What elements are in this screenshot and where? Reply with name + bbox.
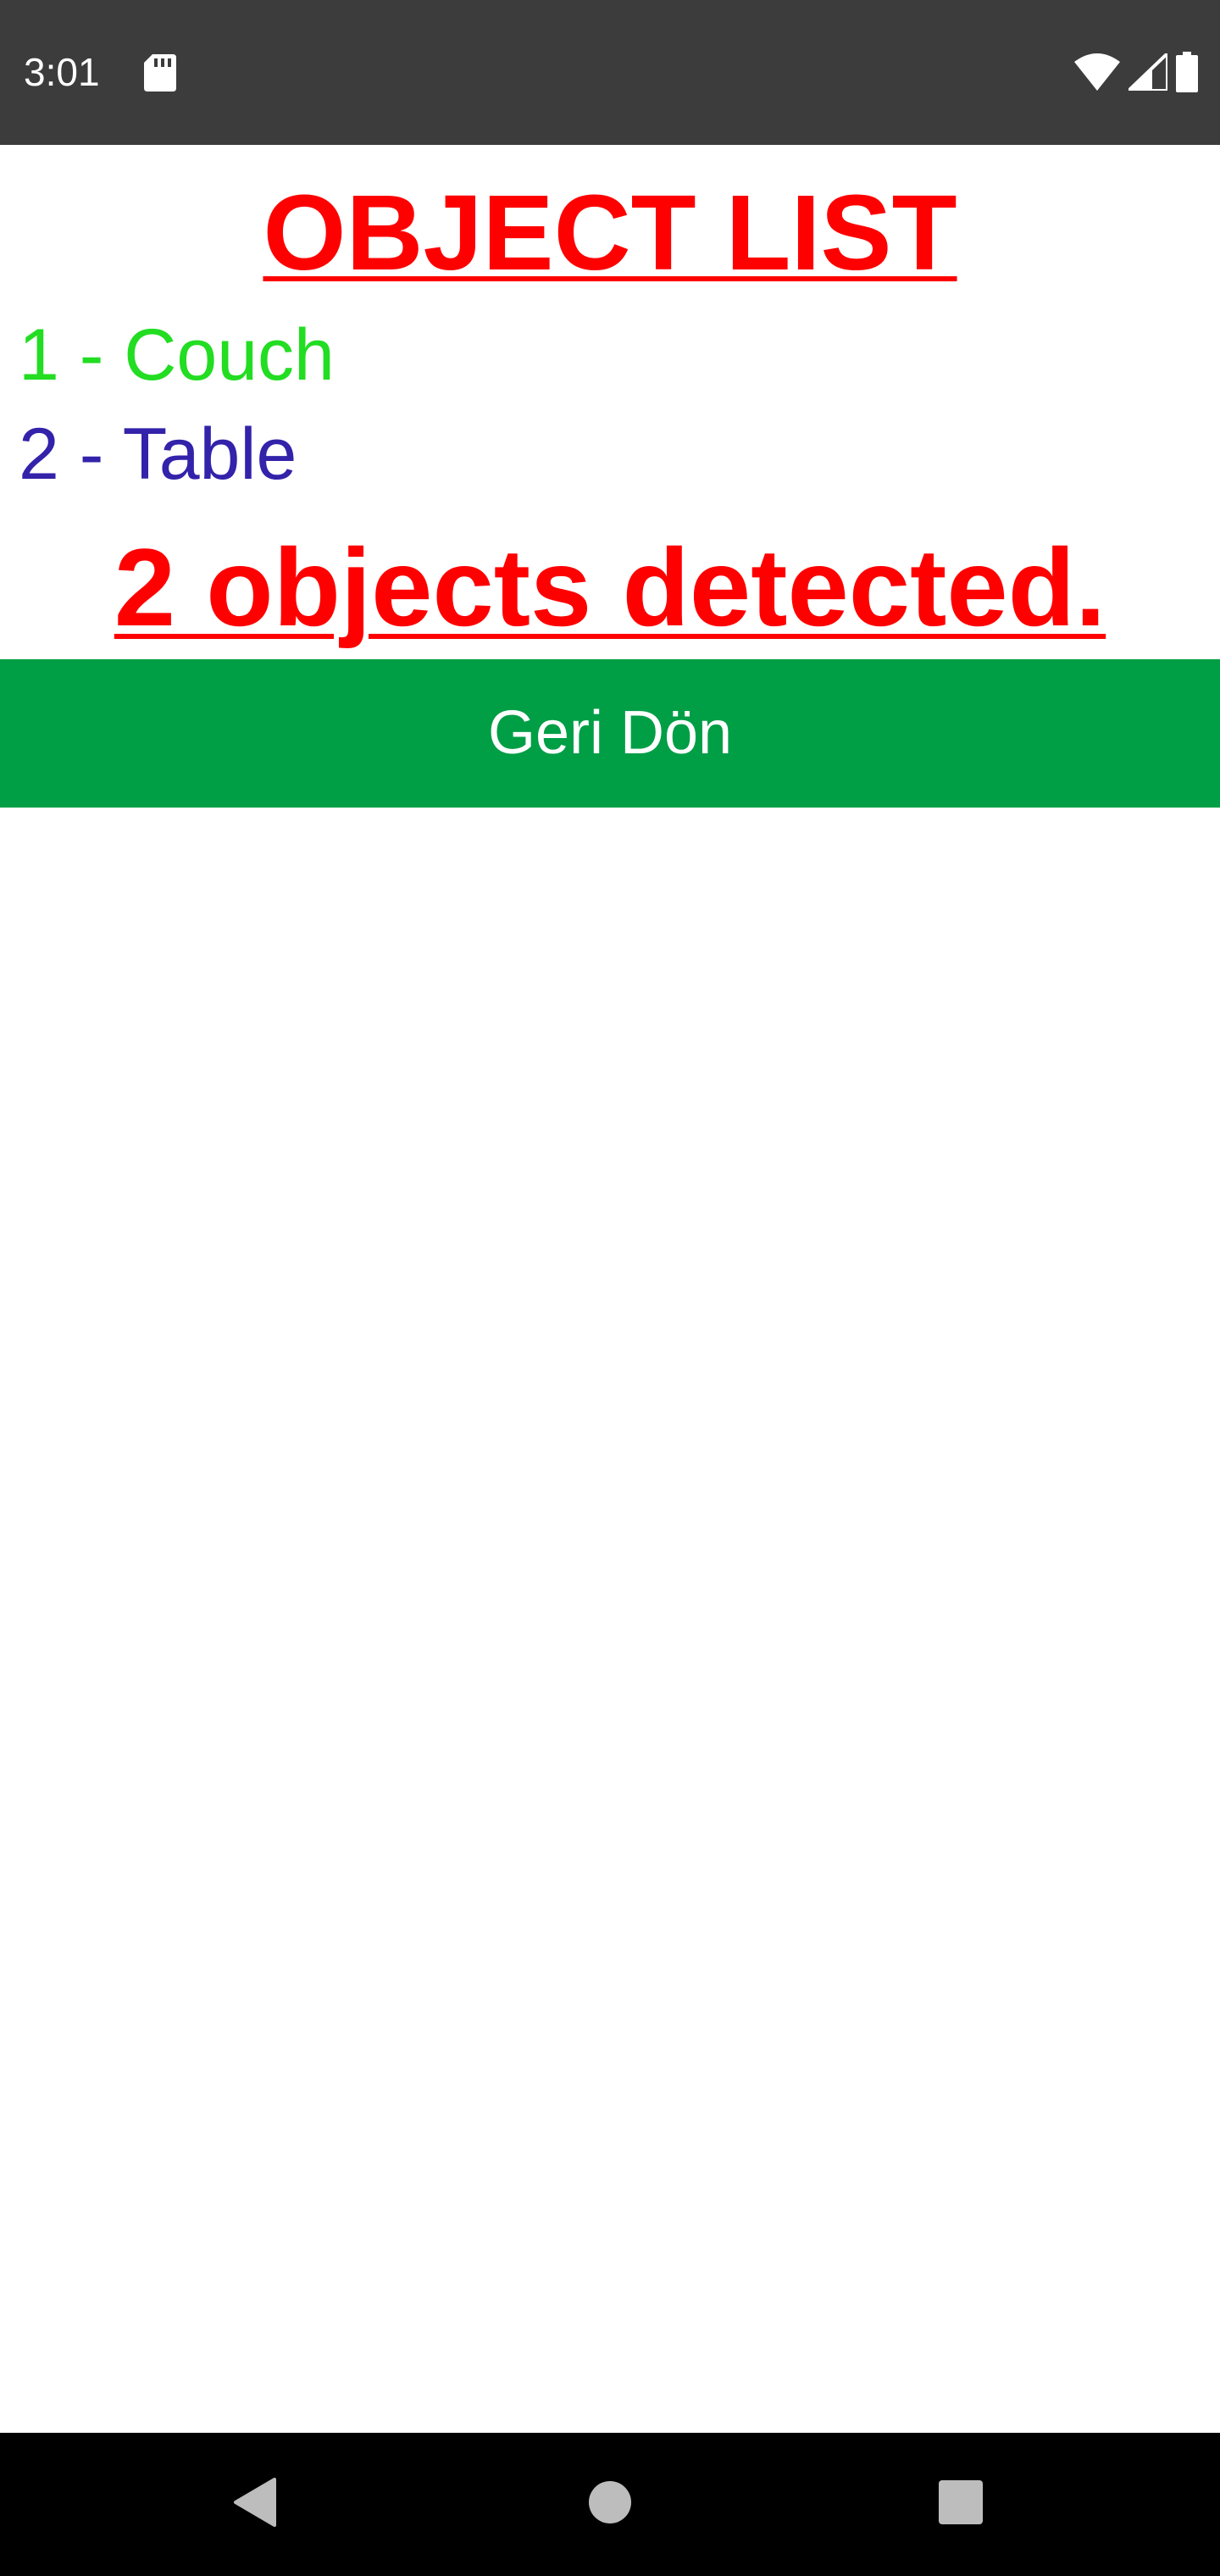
back-button[interactable]: Geri Dön: [0, 659, 1220, 808]
wifi-icon: [1074, 53, 1120, 91]
recents-icon: [939, 2480, 983, 2529]
nav-home-button[interactable]: [525, 2433, 695, 2576]
nav-recents-button[interactable]: [876, 2433, 1045, 2576]
status-bar: 3:01: [0, 0, 1220, 145]
detection-summary: 2 objects detected.: [114, 525, 1106, 649]
battery-icon: [1176, 52, 1198, 92]
status-icons: [1074, 51, 1198, 93]
page-title: OBJECT LIST: [263, 173, 957, 292]
navigation-bar: [0, 2433, 1220, 2576]
object-list-item: 2 - Table: [19, 414, 297, 495]
status-time: 3:01: [24, 50, 100, 94]
nav-back-button[interactable]: [169, 2433, 339, 2576]
app-screen: 3:01 OBJECT LIST 1 - Couch 2 - Table 2 o…: [0, 0, 1220, 2576]
home-icon: [588, 2480, 632, 2529]
object-list-item: 1 - Couch: [19, 314, 335, 396]
back-icon: [232, 2478, 276, 2531]
sd-card-icon: [144, 54, 176, 92]
cell-signal-icon: [1128, 53, 1167, 91]
